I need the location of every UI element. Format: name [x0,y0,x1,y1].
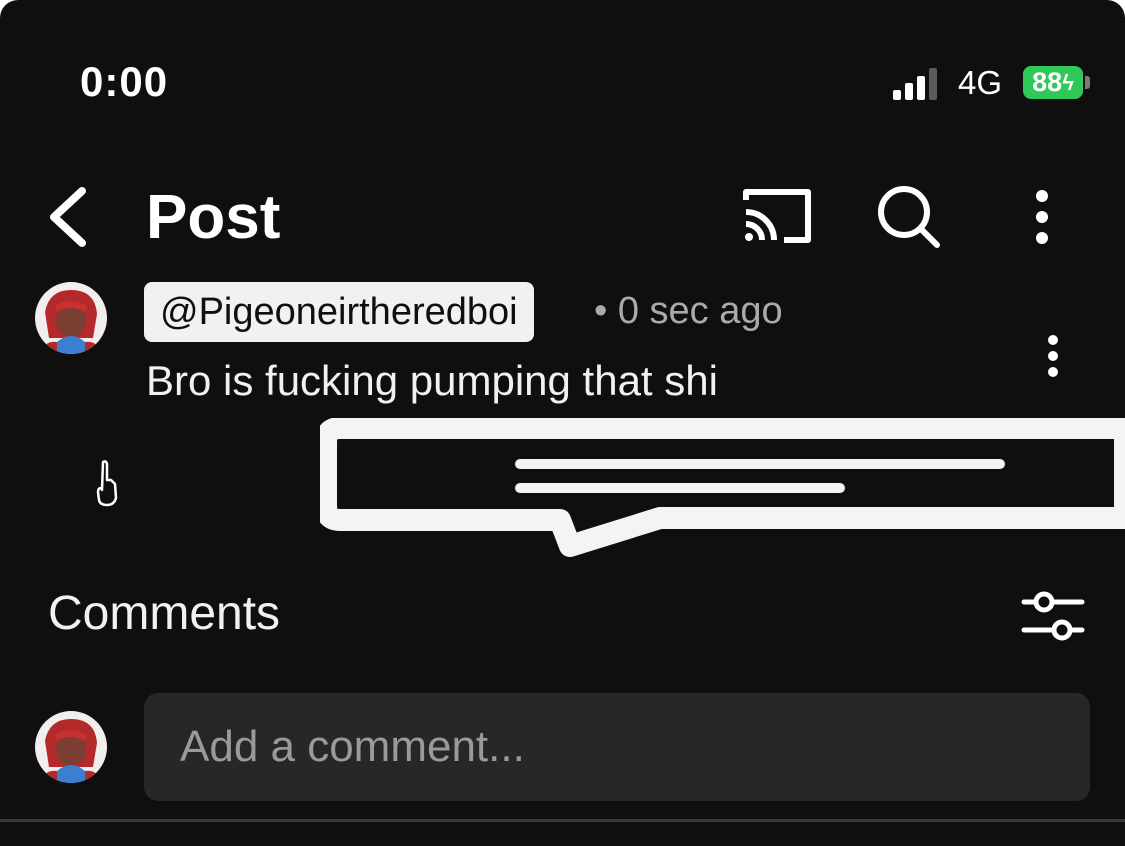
comment-bubble-graphic [320,418,1125,557]
page-title: Post [146,183,281,252]
user-avatar[interactable] [35,711,107,783]
status-time: 0:00 [80,58,169,105]
post-text: Bro is fucking pumping that shi [146,357,718,404]
more-options-icon[interactable] [1024,186,1060,248]
search-icon[interactable] [874,182,944,252]
comments-heading: Comments [48,587,281,640]
post-screen: 0:00 4G 88 ϟ Post @Pigeoneirtheredboi • … [0,0,1125,846]
charging-bolt-icon: ϟ [1062,69,1074,95]
sort-filter-icon[interactable] [1020,586,1086,646]
post-more-icon[interactable] [1040,334,1066,378]
post-timestamp: • 0 sec ago [594,290,783,332]
network-type: 4G [958,64,1003,101]
author-avatar[interactable] [35,282,107,354]
comment-input[interactable] [144,693,1090,801]
signal-icon [893,68,937,100]
divider [0,819,1125,822]
battery-tip [1085,76,1090,89]
back-button[interactable] [44,185,94,249]
battery-indicator: 88 ϟ [1023,66,1083,99]
pointing-hand-icon [96,460,118,507]
battery-level: 88 [1032,67,1063,97]
author-handle[interactable]: @Pigeoneirtheredboi [144,282,534,342]
cast-icon[interactable] [740,186,814,246]
